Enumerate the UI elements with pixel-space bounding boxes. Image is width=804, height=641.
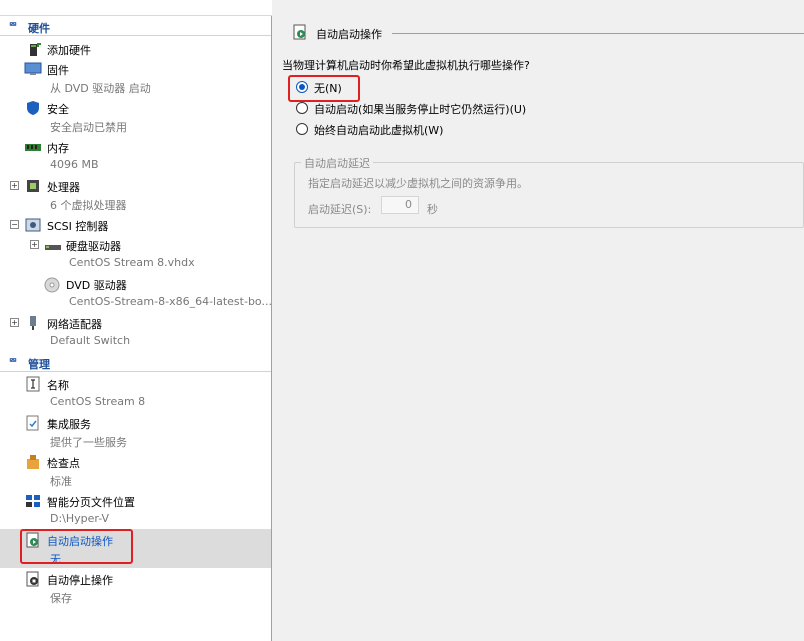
startup-delay-unit: 秒 [427,203,438,216]
startup-delay-description: 指定启动延迟以减少虚拟机之间的资源争用。 [308,177,528,190]
name-icon [25,376,41,392]
sidebar-item-auto-stop[interactable]: 自动停止操作 保存 [0,568,271,607]
network-adapter-icon [25,315,41,331]
startup-delay-legend: 自动启动延迟 [301,155,373,171]
management-section-header[interactable]: ⮹ 管理 [0,354,271,372]
settings-sidebar: ⮹ 硬件 添加硬件 固件 从 DVD 驱动器 启动 安全 安全启动已禁用 内存 … [0,0,272,641]
radio-button[interactable] [296,123,308,135]
sidebar-item-memory[interactable]: 内存 4096 MB [0,136,271,175]
panel-title-label: 自动启动操作 [316,28,382,41]
sidebar-item-add-hardware[interactable]: 添加硬件 [0,38,271,58]
smart-paging-icon [25,493,41,509]
sidebar-top-strip [0,0,272,16]
memory-icon [24,139,41,155]
add-hardware-icon [26,41,42,57]
title-divider [392,33,804,34]
startup-delay-group: 自动启动延迟 指定启动延迟以减少虚拟机之间的资源争用。 启动延迟(S): 0 秒 [294,155,804,228]
sidebar-item-network-adapter[interactable]: + 网络适配器 Default Switch [0,312,271,351]
sidebar-item-scsi-controller[interactable]: − SCSI 控制器 [0,214,271,234]
sidebar-item-firmware[interactable]: 固件 从 DVD 驱动器 启动 [0,58,271,97]
hardware-section-header[interactable]: ⮹ 硬件 [0,18,271,36]
expand-plus-icon[interactable]: + [30,240,39,249]
startup-delay-input[interactable]: 0 [381,196,419,214]
collapse-minus-icon[interactable]: − [10,220,19,229]
sidebar-item-smart-paging[interactable]: 智能分页文件位置 D:\Hyper-V [0,490,271,529]
firmware-icon [24,61,42,77]
auto-stop-icon [25,571,41,587]
checkpoint-icon [25,454,41,470]
auto-start-icon [292,24,308,43]
hard-drive-icon [44,237,61,253]
startup-delay-label: 启动延迟(S): [308,203,372,216]
integration-services-icon [25,415,41,431]
expand-plus-icon[interactable]: + [10,181,19,190]
auto-start-settings-panel: 自动启动操作 当物理计算机启动时你希望此虚拟机执行哪些操作? 无(N) 自动启动… [280,16,804,641]
question-text: 当物理计算机启动时你希望此虚拟机执行哪些操作? [282,59,530,72]
highlight-box-auto-start [20,529,133,564]
radio-button[interactable] [296,102,308,114]
sidebar-item-hard-drive[interactable]: + 硬盘驱动器 CentOS Stream 8.vhdx [0,234,271,273]
management-header-label: 管理 [28,358,50,371]
processor-icon [25,178,41,194]
sidebar-item-security[interactable]: 安全 安全启动已禁用 [0,97,271,136]
sidebar-item-processor[interactable]: + 处理器 6 个虚拟处理器 [0,175,271,214]
sidebar-item-checkpoint[interactable]: 检查点 标准 [0,451,271,490]
hardware-header-label: 硬件 [28,22,50,35]
expand-plus-icon[interactable]: + [10,318,19,327]
sidebar-item-name[interactable]: 名称 CentOS Stream 8 [0,373,271,412]
security-shield-icon [25,100,41,116]
dvd-drive-icon [44,277,60,293]
collapse-chevron-icon[interactable]: ⮹ [9,20,17,31]
highlight-box-none-option [288,75,360,102]
collapse-chevron-icon[interactable]: ⮹ [9,356,17,367]
scsi-controller-icon [25,217,41,233]
sidebar-item-integration-services[interactable]: 集成服务 提供了一些服务 [0,412,271,451]
sidebar-item-dvd-drive[interactable]: DVD 驱动器 CentOS-Stream-8-x86_64-latest-bo… [0,273,272,312]
